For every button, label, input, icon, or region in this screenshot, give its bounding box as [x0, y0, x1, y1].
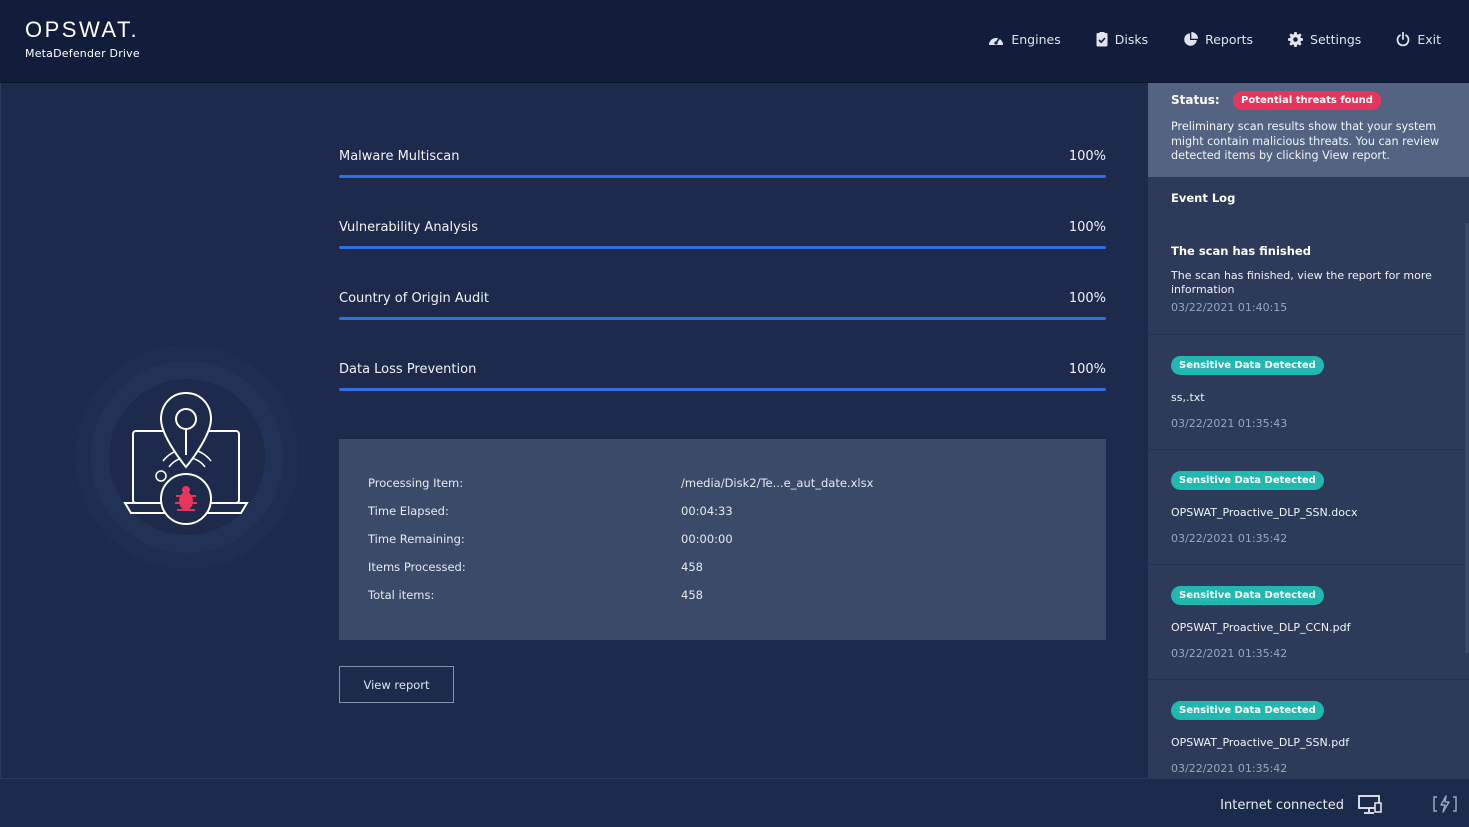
list-item: Sensitive Data Detected OPSWAT_Proactive…: [1148, 680, 1469, 778]
progress-fill: [339, 388, 1106, 391]
nav-disks-label: Disks: [1114, 32, 1149, 47]
detail-label: Processing Item:: [368, 476, 464, 490]
side-panel: Status: Potential threats found Prelimin…: [1148, 83, 1469, 778]
scan-main-area: Malware Multiscan 100% Vulnerability Ana…: [0, 83, 1148, 778]
brand-name: OPSWAT.: [25, 17, 140, 42]
detail-value: 458: [681, 588, 703, 602]
status-box: Status: Potential threats found Prelimin…: [1148, 83, 1469, 177]
gear-icon: [1288, 32, 1304, 47]
nav-disks[interactable]: Disks: [1096, 32, 1148, 47]
event-time: 03/22/2021 01:35:42: [1171, 762, 1288, 775]
product-name: MetaDefender Drive: [25, 47, 140, 60]
progress-bar: [339, 317, 1106, 320]
dlp-badge: Sensitive Data Detected: [1171, 586, 1324, 605]
progress-bar: [339, 175, 1106, 178]
progress-bar: [339, 246, 1106, 249]
detail-label: Total items:: [368, 588, 435, 602]
status-bar: Internet connected: [0, 778, 1469, 827]
progress-label: Country of Origin Audit: [339, 291, 489, 306]
event-file: OPSWAT_Proactive_DLP_CCN.pdf: [1171, 621, 1351, 634]
list-item: Sensitive Data Detected ss,.txt 03/22/20…: [1148, 335, 1469, 450]
progress-fill: [339, 317, 1106, 320]
list-item: The scan has finished The scan has finis…: [1148, 223, 1469, 335]
list-item: Sensitive Data Detected OPSWAT_Proactive…: [1148, 565, 1469, 680]
event-log-scrollbar[interactable]: [1465, 223, 1469, 653]
progress-percent: 100%: [1068, 220, 1106, 235]
progress-label: Vulnerability Analysis: [339, 220, 478, 235]
dlp-badge: Sensitive Data Detected: [1171, 701, 1324, 720]
event-body: The scan has finished, view the report f…: [1171, 269, 1432, 296]
detail-label: Items Processed:: [368, 560, 466, 574]
status-title: Status:: [1171, 93, 1220, 107]
nav-settings[interactable]: Settings: [1288, 32, 1361, 47]
progress-data-loss-prevention: Data Loss Prevention 100%: [339, 362, 1106, 433]
network-status-label: Internet connected: [1220, 797, 1344, 813]
status-description: Preliminary scan results show that your …: [1171, 120, 1440, 162]
event-time: 03/22/2021 01:40:15: [1171, 301, 1288, 314]
dlp-badge: Sensitive Data Detected: [1171, 356, 1324, 375]
detail-value: 00:00:00: [681, 532, 733, 546]
power-icon: [1396, 32, 1410, 47]
detail-value: /media/Disk2/Te...e_aut_date.xlsx: [681, 476, 874, 490]
power-status-icon[interactable]: [1433, 795, 1457, 813]
progress-fill: [339, 246, 1106, 249]
network-status: Internet connected: [1220, 795, 1382, 815]
progress-country-of-origin-audit: Country of Origin Audit 100%: [339, 291, 1106, 362]
view-report-button[interactable]: View report: [339, 666, 454, 703]
nav-engines-label: Engines: [1011, 32, 1061, 47]
nav-engines[interactable]: Engines: [988, 32, 1061, 47]
detail-label: Time Elapsed:: [368, 504, 449, 518]
progress-vulnerability-analysis: Vulnerability Analysis 100%: [339, 220, 1106, 291]
status-badge: Potential threats found: [1233, 91, 1381, 110]
progress-fill: [339, 175, 1106, 178]
event-time: 03/22/2021 01:35:43: [1171, 417, 1288, 430]
event-log-list[interactable]: The scan has finished The scan has finis…: [1148, 223, 1469, 778]
nav-exit-label: Exit: [1417, 32, 1441, 47]
event-log-title: Event Log: [1171, 191, 1236, 205]
list-item: Sensitive Data Detected OPSWAT_Proactive…: [1148, 450, 1469, 565]
detail-value: 458: [681, 560, 703, 574]
event-time: 03/22/2021 01:35:42: [1171, 532, 1288, 545]
scan-progress-list: Malware Multiscan 100% Vulnerability Ana…: [339, 149, 1106, 433]
detail-value: 00:04:33: [681, 504, 733, 518]
progress-percent: 100%: [1068, 291, 1106, 306]
nav-reports-label: Reports: [1205, 32, 1254, 47]
event-file: OPSWAT_Proactive_DLP_SSN.pdf: [1171, 736, 1350, 749]
nav-exit[interactable]: Exit: [1396, 32, 1441, 47]
event-file: ss,.txt: [1171, 391, 1205, 404]
speedometer-icon: [989, 37, 1004, 45]
scan-details-panel: Processing Item: /media/Disk2/Te...e_aut…: [339, 439, 1106, 640]
event-time: 03/22/2021 01:35:42: [1171, 647, 1288, 660]
event-file: OPSWAT_Proactive_DLP_SSN.docx: [1171, 506, 1358, 519]
progress-label: Data Loss Prevention: [339, 362, 477, 377]
app-logo: OPSWAT. MetaDefender Drive: [25, 17, 140, 61]
laptop-threat-illustration: [75, 345, 299, 569]
disk-check-icon: [1096, 32, 1108, 47]
nav-reports[interactable]: Reports: [1183, 32, 1253, 47]
nav-settings-label: Settings: [1310, 32, 1362, 47]
progress-percent: 100%: [1068, 362, 1106, 377]
progress-label: Malware Multiscan: [339, 149, 460, 164]
main-nav: Engines Disks Reports Settings Exit: [953, 32, 1441, 47]
progress-malware-multiscan: Malware Multiscan 100%: [339, 149, 1106, 220]
app-header: OPSWAT. MetaDefender Drive Engines Disks: [0, 0, 1469, 83]
monitor-icon: [1358, 795, 1382, 814]
progress-percent: 100%: [1068, 149, 1106, 164]
event-heading: The scan has finished: [1171, 244, 1311, 258]
detail-label: Time Remaining:: [368, 532, 465, 546]
progress-bar: [339, 388, 1106, 391]
dlp-badge: Sensitive Data Detected: [1171, 471, 1324, 490]
pie-chart-icon: [1184, 32, 1199, 46]
